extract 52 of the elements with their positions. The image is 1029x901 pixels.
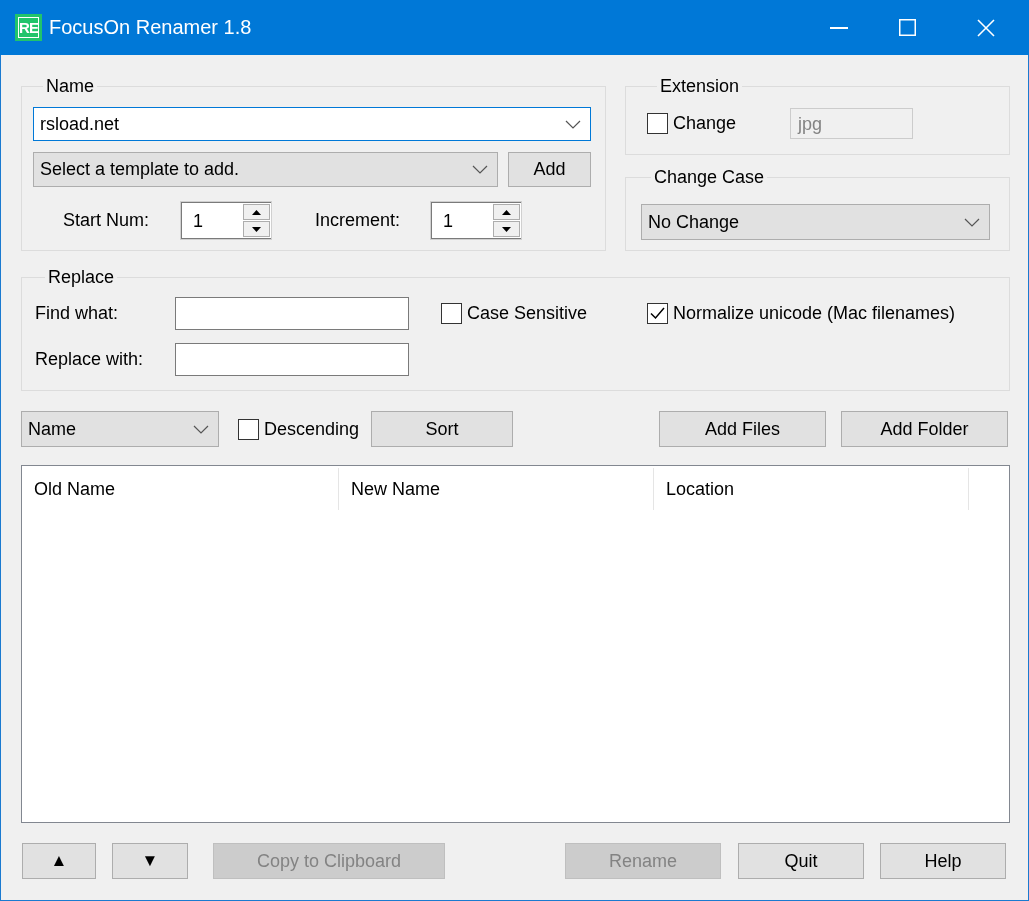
number-field[interactable]: 1	[431, 202, 492, 239]
add-button[interactable]: Add	[508, 152, 591, 187]
app-icon: RE	[15, 14, 42, 41]
spinner-label: Start Num:	[63, 210, 150, 231]
checkbox-label: Case Sensitive	[467, 303, 588, 324]
move-button[interactable]: ▼	[112, 843, 188, 879]
change-case-dropdown[interactable]: No Change	[641, 204, 990, 240]
window-title: FocusOn Renamer 1.8	[49, 16, 252, 39]
spin-up-button[interactable]	[243, 204, 270, 220]
sort-by-dropdown[interactable]: Name	[21, 411, 219, 447]
chevron-down-icon	[964, 217, 980, 227]
chevron-down-icon	[472, 165, 488, 174]
text-field[interactable]	[175, 297, 409, 330]
spin-up-button[interactable]	[493, 204, 520, 220]
chevron-down-icon	[565, 119, 581, 129]
minimize-icon	[829, 26, 848, 29]
triangle-down-icon	[252, 226, 261, 232]
sort-button[interactable]: Sort	[371, 411, 513, 447]
column-header[interactable]: Old Name	[22, 468, 339, 510]
spin-down-button[interactable]	[493, 221, 520, 237]
chevron-down-icon	[193, 424, 209, 434]
move-button[interactable]: ▲	[22, 843, 96, 879]
group-label: Extension	[659, 76, 741, 96]
spinner-label: Increment:	[315, 210, 401, 231]
maximize-icon	[899, 19, 916, 36]
close-icon	[976, 18, 995, 37]
group-label: Name	[45, 76, 95, 96]
triangle-up-icon	[502, 209, 511, 215]
checkbox[interactable]	[647, 303, 668, 324]
checkbox-label: Descending	[264, 418, 360, 440]
checkbox[interactable]	[238, 418, 259, 440]
spin-down-button[interactable]	[243, 221, 270, 237]
number-field[interactable]: 1	[181, 202, 242, 239]
checkbox-label: Change	[673, 113, 737, 134]
name-combo-field[interactable]: rsload.net	[33, 107, 591, 141]
column-header[interactable]: New Name	[339, 468, 654, 510]
text-field[interactable]	[175, 343, 409, 376]
add-button[interactable]: Add Files	[659, 411, 826, 447]
action-button[interactable]: Quit	[738, 843, 864, 879]
column-header[interactable]: Location	[654, 468, 969, 510]
action-button[interactable]: Help	[880, 843, 1006, 879]
template-dropdown[interactable]: Select a template to add.	[33, 152, 498, 187]
field-label: Find what:	[35, 303, 119, 324]
triangle-down-icon	[502, 226, 511, 232]
checkbox-label: Normalize unicode (Mac filenames)	[673, 303, 956, 324]
checkbox[interactable]	[441, 303, 462, 324]
triangle-up-icon	[252, 209, 261, 215]
add-button[interactable]: Add Folder	[841, 411, 1008, 447]
group-label: Change Case	[653, 167, 766, 187]
group-label: Replace	[47, 267, 116, 287]
checkbox[interactable]	[647, 113, 668, 134]
field-label: Replace with:	[35, 349, 144, 370]
